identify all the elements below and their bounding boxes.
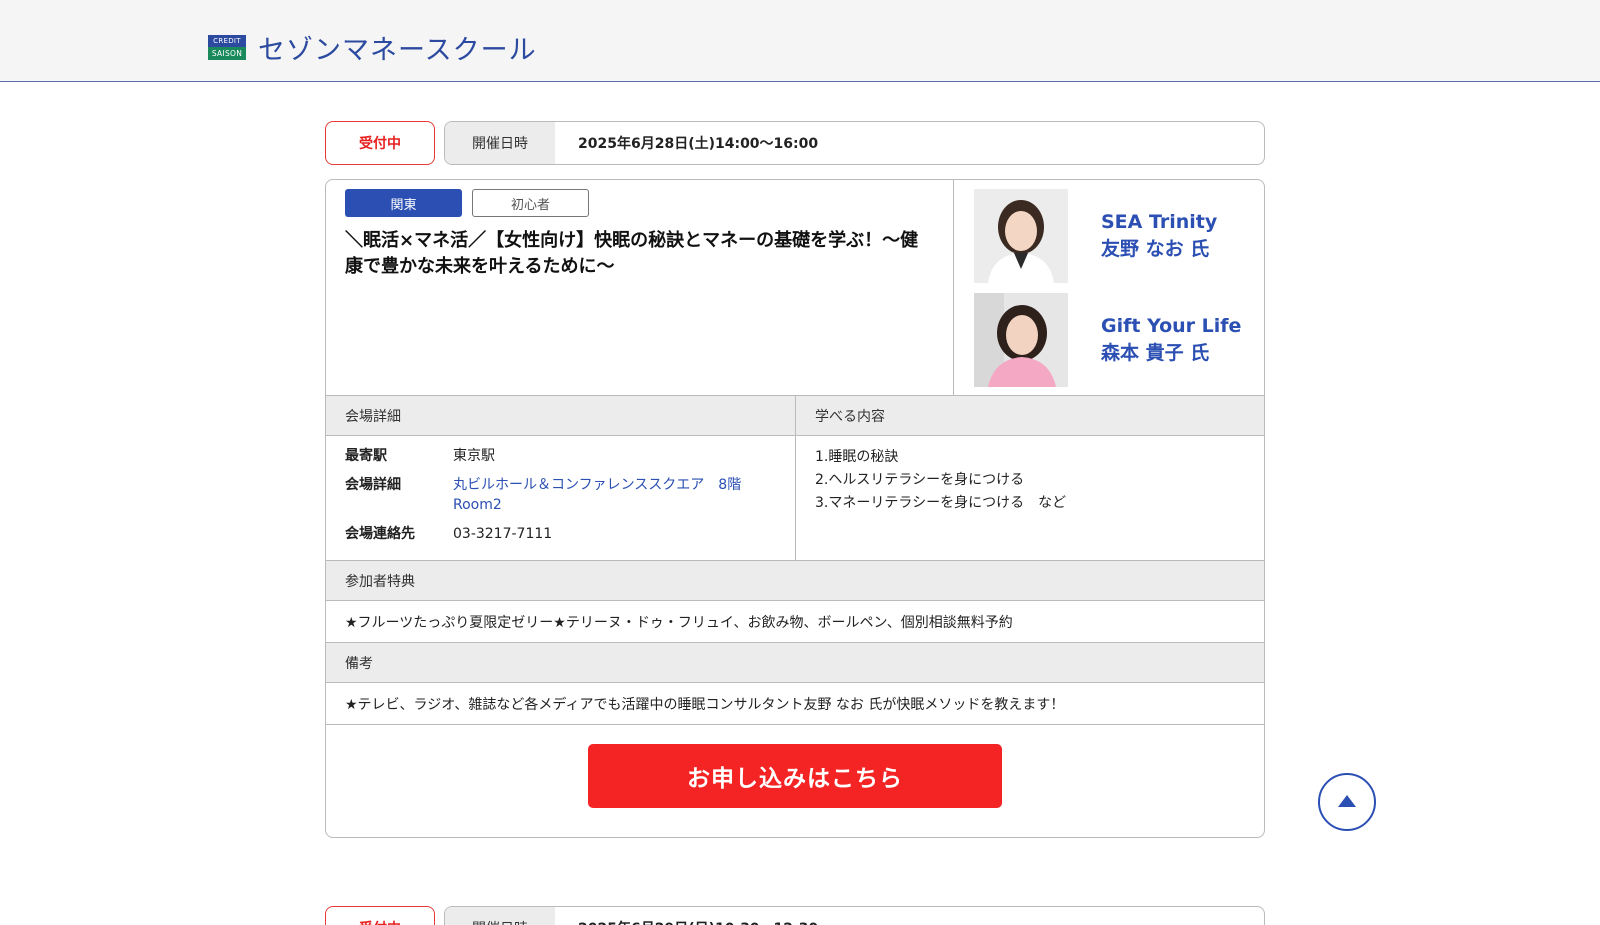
speaker-list: SEA Trinity 友野 なお 氏 Gift Your Life 森本 貴子… [955,180,1264,396]
venue-and-learning: 会場詳細 最寄駅 東京駅 会場詳細 丸ビルホール＆コンファレンススクエア 8階 … [326,396,1264,561]
notes-text: ★テレビ、ラジオ、雑誌など各メディアでも活躍中の睡眠コンサルタント友野 なお 氏… [345,696,1065,713]
notes-section: 備考 ★テレビ、ラジオ、雑誌など各メディアでも活躍中の睡眠コンサルタント友野 な… [326,643,1264,725]
venue-details: 最寄駅 東京駅 会場詳細 丸ビルホール＆コンファレンススクエア 8階 Room2… [326,436,795,560]
notes-heading: 備考 [326,643,1264,683]
venue-row-station: 最寄駅 東京駅 [345,446,776,466]
logo-mark-bottom: SAISON [208,47,246,60]
status-badge: 受付中 [325,906,435,925]
level-tag: 初心者 [472,189,589,217]
learning-heading: 学べる内容 [796,396,1264,436]
event-date-box: 開催日時 2025年6月28日(土)14:00〜16:00 [444,121,1265,165]
learning-section: 学べる内容 1.睡眠の秘訣 2.ヘルスリテラシーを身につける 3.マネーリテラシ… [795,396,1264,560]
date-value: 2025年6月28日(土)14:00〜16:00 [578,136,819,152]
venue-heading: 会場詳細 [326,396,795,436]
learning-item: 2.ヘルスリテラシーを身につける [815,472,1025,488]
date-value: 2025年6月29日(日)10:30〜12:30 [555,907,818,925]
date-label: 開催日時 [445,122,555,164]
site-logo[interactable]: CREDIT SAISON セゾンマネースクール [208,28,537,67]
date-label: 開催日時 [445,907,555,925]
speaker-1-portrait-icon [974,189,1068,283]
learning-item: 3.マネーリテラシーを身につける など [815,495,1067,511]
status-badge: 受付中 [325,121,435,165]
speaker-photo-1 [974,189,1068,283]
logo-mark-top: CREDIT [208,35,246,47]
learning-item: 1.睡眠の秘訣 [815,449,899,465]
credit-saison-logo-mark: CREDIT SAISON [208,35,246,60]
event-date-box: 開催日時 2025年6月29日(日)10:30〜12:30 [444,906,1265,925]
event-summary: 関東 初心者 ＼眠活×マネ活／【女性向け】快眠の秘訣とマネーの基礎を学ぶ！〜健康… [326,180,1264,396]
speaker-2: Gift Your Life 森本 貴子 氏 [974,293,1241,387]
event-summary-left: 関東 初心者 ＼眠活×マネ活／【女性向け】快眠の秘訣とマネーの基礎を学ぶ！〜健康… [326,180,954,396]
speaker-info-1: SEA Trinity 友野 なお 氏 [1101,209,1217,263]
venue-row-place: 会場詳細 丸ビルホール＆コンファレンススクエア 8階 Room2 [345,475,776,515]
event-date-row: 受付中 開催日時 2025年6月29日(日)10:30〜12:30 [325,906,1265,925]
speaker-org: Gift Your Life [1101,315,1242,337]
station-key: 最寄駅 [345,448,387,464]
triangle-up-icon [1338,794,1356,807]
learning-list: 1.睡眠の秘訣 2.ヘルスリテラシーを身につける 3.マネーリテラシーを身につけ… [796,436,1264,525]
benefits-text: ★フルーツたっぷり夏限定ゼリー★テリーヌ・ドゥ・フリュイ、お飲み物、ボールペン、… [345,614,1013,631]
contact-value: 03-3217-7111 [453,526,553,542]
speaker-2-portrait-icon [974,293,1068,387]
venue-row-contact: 会場連絡先 03-3217-7111 [345,524,776,544]
station-value: 東京駅 [453,448,495,464]
venue-link[interactable]: 丸ビルホール＆コンファレンススクエア 8階 Room2 [453,475,753,515]
apply-area: お申し込みはこちら [326,725,1264,837]
contact-key: 会場連絡先 [345,526,415,542]
event-title: ＼眠活×マネ活／【女性向け】快眠の秘訣とマネーの基礎を学ぶ！〜健康で豊かな未来を… [345,230,919,277]
event-detail-card: 関東 初心者 ＼眠活×マネ活／【女性向け】快眠の秘訣とマネーの基礎を学ぶ！〜健康… [325,179,1265,838]
event-card-2: 受付中 開催日時 2025年6月29日(日)10:30〜12:30 [325,906,1265,925]
event-date-row: 受付中 開催日時 2025年6月28日(土)14:00〜16:00 [325,121,1265,165]
benefits-section: 参加者特典 ★フルーツたっぷり夏限定ゼリー★テリーヌ・ドゥ・フリュイ、お飲み物、… [326,561,1264,643]
speaker-photo-2 [974,293,1068,387]
speaker-name: 友野 なお 氏 [1101,238,1210,260]
site-title: セゾンマネースクール [258,35,537,66]
apply-button[interactable]: お申し込みはこちら [588,744,1002,808]
place-key: 会場詳細 [345,477,401,493]
benefits-heading: 参加者特典 [326,561,1264,601]
speaker-name: 森本 貴子 氏 [1101,342,1210,364]
speaker-info-2: Gift Your Life 森本 貴子 氏 [1101,313,1241,367]
event-tags: 関東 初心者 [345,189,589,217]
speaker-1: SEA Trinity 友野 なお 氏 [974,189,1217,283]
venue-section: 会場詳細 最寄駅 東京駅 会場詳細 丸ビルホール＆コンファレンススクエア 8階 … [326,396,795,560]
speaker-org: SEA Trinity [1101,211,1218,233]
site-header: CREDIT SAISON セゾンマネースクール [0,0,1600,82]
event-card-1: 受付中 開催日時 2025年6月28日(土)14:00〜16:00 関東 初心者… [325,121,1265,838]
region-tag: 関東 [345,189,462,217]
back-to-top-button[interactable] [1318,773,1376,831]
